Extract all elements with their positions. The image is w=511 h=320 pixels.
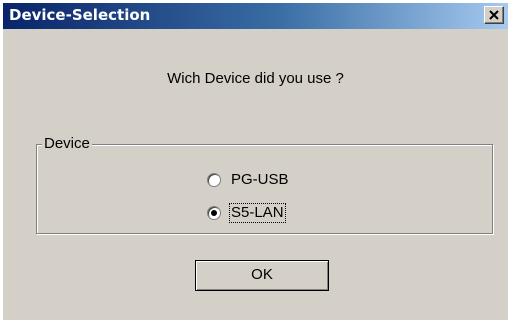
question-text: Wich Device did you use ? bbox=[167, 70, 344, 87]
option-pg-usb[interactable]: PG-USB bbox=[207, 170, 290, 190]
ok-button[interactable]: OK bbox=[195, 260, 329, 291]
title-bar[interactable]: Device-Selection bbox=[3, 3, 508, 29]
device-groupbox: Device PG-USB S5-LAN bbox=[36, 135, 493, 234]
close-button[interactable] bbox=[484, 6, 504, 24]
device-group-label: Device bbox=[42, 135, 92, 153]
device-selection-dialog: Device-Selection Wich Device did you use… bbox=[0, 0, 511, 320]
s5-lan-label[interactable]: S5-LAN bbox=[229, 203, 286, 223]
dialog-body: Wich Device did you use ? Device PG-USB … bbox=[3, 29, 508, 320]
window-title: Device-Selection bbox=[9, 6, 151, 24]
option-s5-lan[interactable]: S5-LAN bbox=[207, 203, 286, 223]
s5-lan-radio[interactable] bbox=[207, 206, 221, 220]
pg-usb-label[interactable]: PG-USB bbox=[230, 171, 290, 189]
radio-selected-dot bbox=[211, 210, 217, 216]
pg-usb-radio[interactable] bbox=[207, 173, 221, 187]
close-icon bbox=[489, 10, 499, 20]
